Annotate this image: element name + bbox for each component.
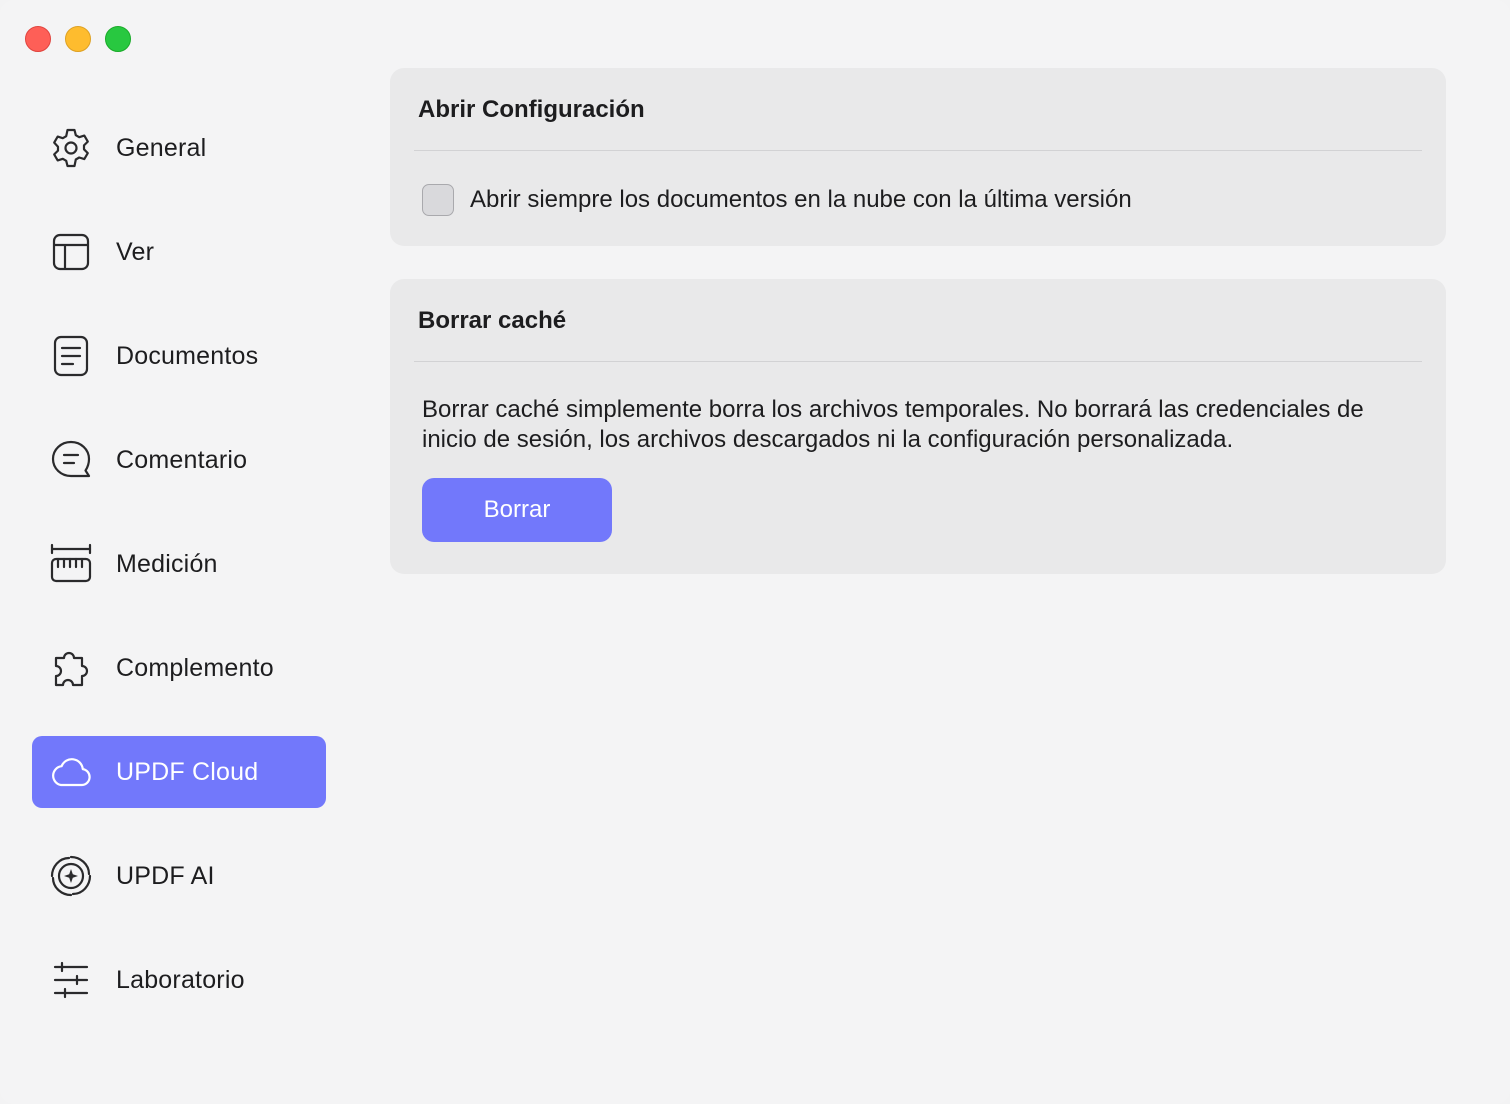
open-settings-title: Abrir Configuración [418,96,645,123]
ruler-icon [48,542,94,586]
always-open-latest-label[interactable]: Abrir siempre los documentos en la nube … [470,184,1132,216]
divider [414,361,1422,362]
sidebar-item-label: UPDF AI [116,862,215,890]
sidebar-item-documentos[interactable]: Documentos [32,320,326,392]
sidebar-item-label: Comentario [116,446,248,474]
sidebar-item-general[interactable]: General [32,112,326,184]
layout-icon [48,230,94,274]
zoom-window-button[interactable] [105,26,131,52]
sidebar-item-label: UPDF Cloud [116,758,259,786]
open-settings-card: Abrir Configuración Abrir siempre los do… [390,68,1446,246]
close-window-button[interactable] [25,26,51,52]
clear-cache-title: Borrar caché [418,307,567,334]
gear-icon [48,126,94,170]
sidebar-item-updf-cloud[interactable]: UPDF Cloud [32,736,326,808]
sidebar-item-complemento[interactable]: Complemento [32,632,326,704]
cloud-icon [48,750,94,794]
comment-icon [48,438,94,482]
sidebar-item-label: Documentos [116,342,259,370]
sidebar-item-comentario[interactable]: Comentario [32,424,326,496]
sidebar-item-label: General [116,134,207,162]
sliders-icon [48,958,94,1002]
clear-cache-description: Borrar caché simplemente borra los archi… [422,396,1364,453]
document-icon [48,334,94,378]
sidebar-item-laboratorio[interactable]: Laboratorio [32,944,326,1016]
window-controls [25,26,131,52]
minimize-window-button[interactable] [65,26,91,52]
sidebar-item-label: Laboratorio [116,966,245,994]
sidebar-item-medicion[interactable]: Medición [32,528,326,600]
preferences-window: General Ver Documentos Comentario Medici… [0,0,1510,1104]
puzzle-icon [48,646,94,690]
sidebar-item-label: Medición [116,550,218,578]
sidebar-item-updf-ai[interactable]: UPDF AI [32,840,326,912]
sidebar-item-label: Complemento [116,654,274,682]
clear-cache-card: Borrar caché Borrar caché simplemente bo… [390,279,1446,574]
divider [414,150,1422,151]
clear-cache-button[interactable]: Borrar [422,478,612,542]
ai-sparkle-icon [48,854,94,898]
sidebar-item-ver[interactable]: Ver [32,216,326,288]
always-open-latest-checkbox[interactable] [422,184,454,216]
sidebar-item-label: Ver [116,238,155,266]
